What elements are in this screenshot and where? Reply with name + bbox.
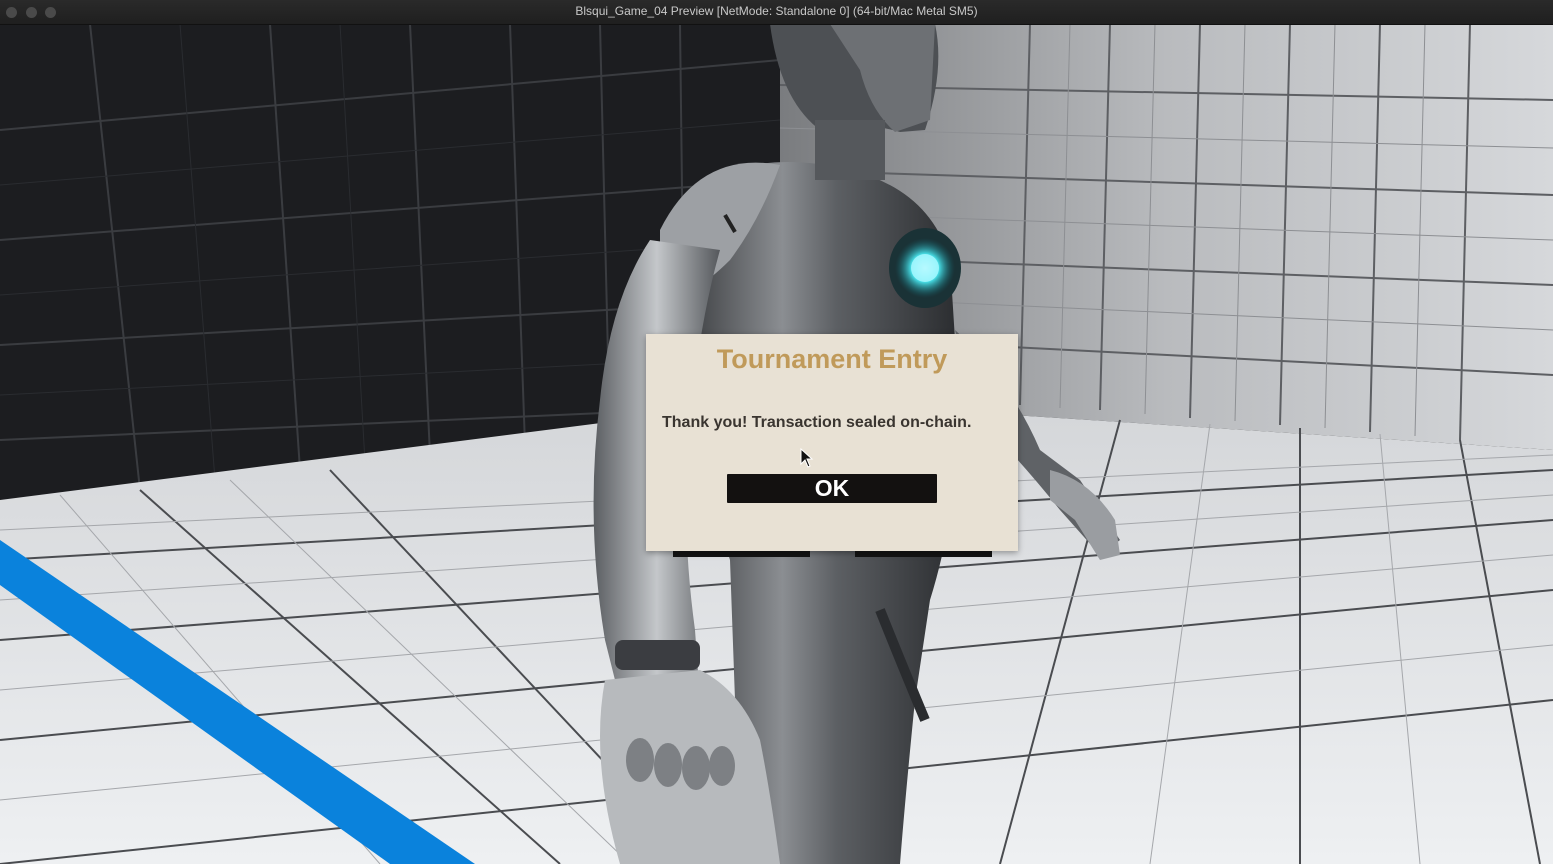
hidden-button-right: [855, 551, 992, 557]
tournament-entry-dialog: Tournament Entry Thank you! Transaction …: [646, 334, 1018, 551]
hidden-button-left: [673, 551, 810, 557]
dialog-title: Tournament Entry: [716, 344, 948, 374]
game-preview-window: Blsqui_Game_04 Preview [NetMode: Standal…: [0, 0, 1553, 864]
mouse-cursor-icon: [800, 448, 814, 468]
window-titlebar: Blsqui_Game_04 Preview [NetMode: Standal…: [0, 0, 1553, 25]
window-title: Blsqui_Game_04 Preview [NetMode: Standal…: [575, 4, 978, 18]
dialog-message: Thank you! Transaction sealed on-chain.: [662, 414, 972, 431]
ok-button[interactable]: OK: [727, 474, 937, 503]
